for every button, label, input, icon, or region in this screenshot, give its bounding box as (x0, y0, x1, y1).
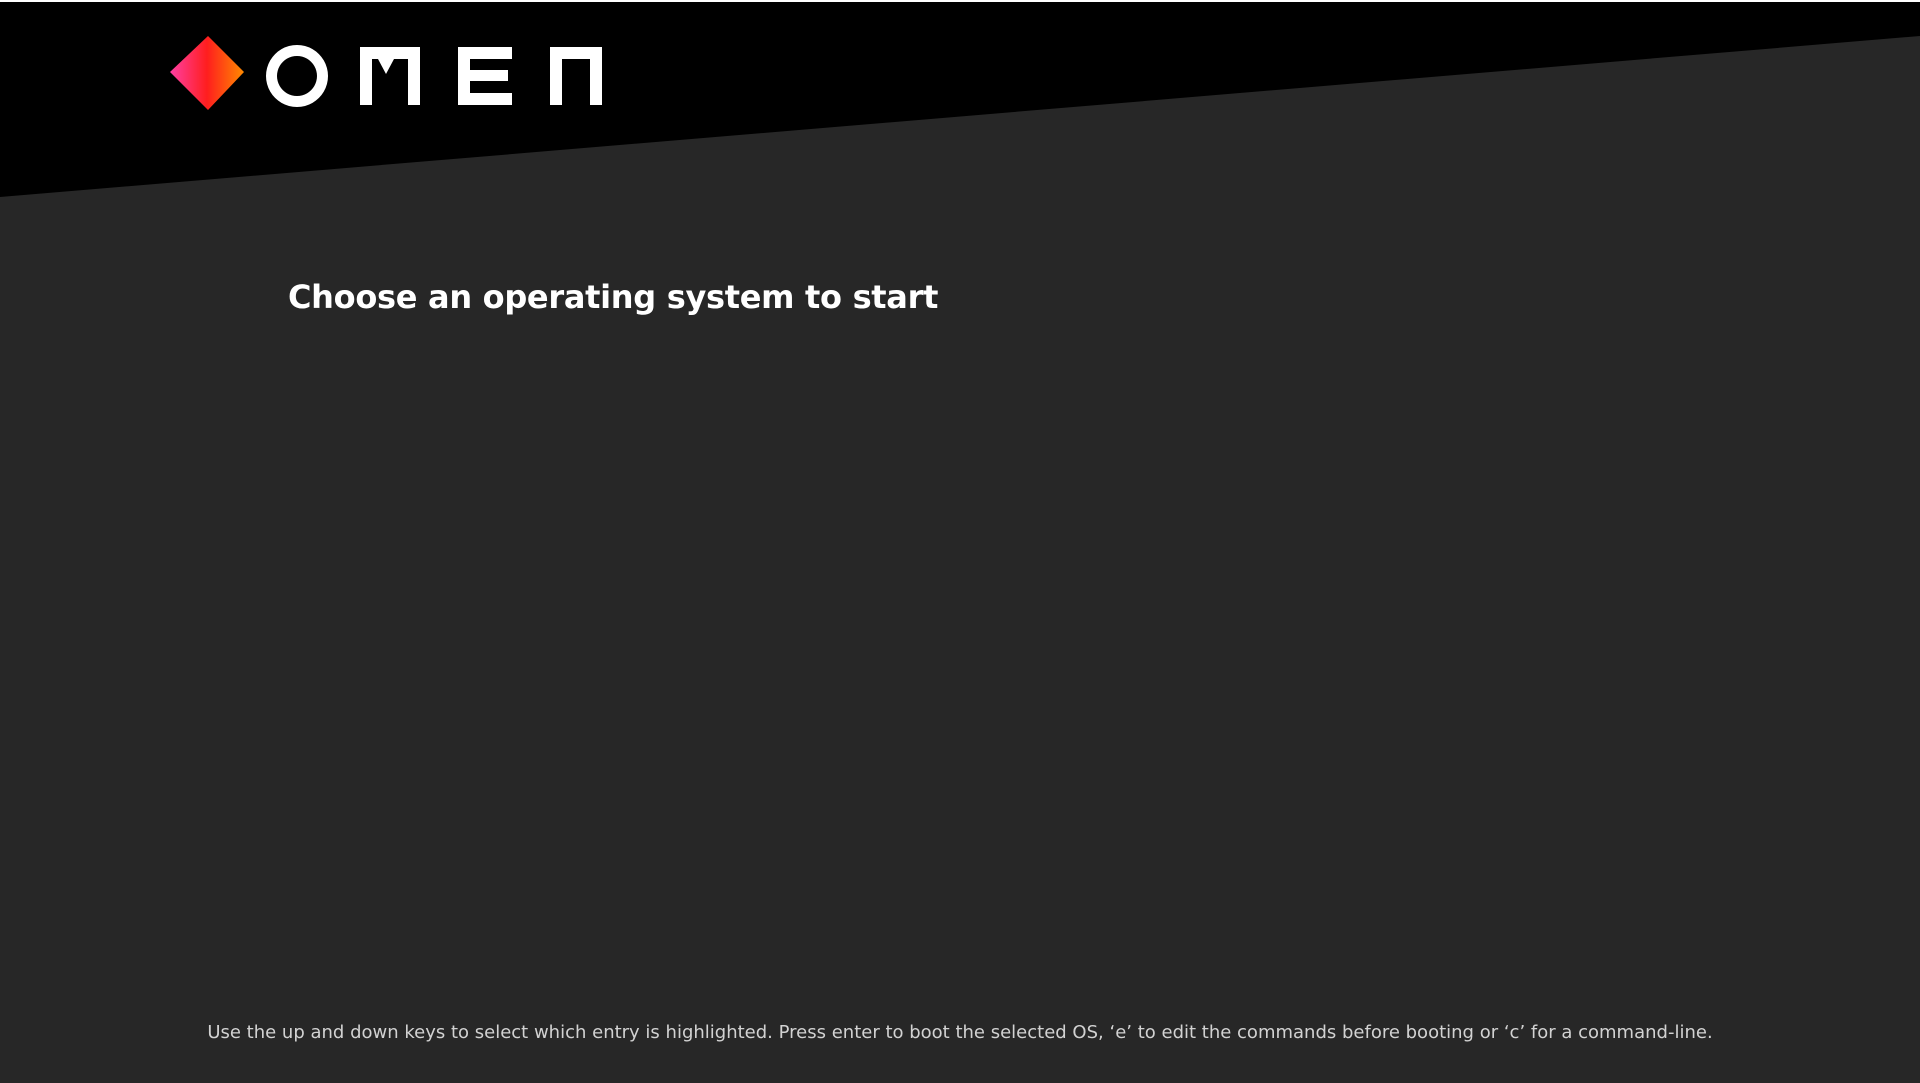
omen-wordmark (266, 45, 602, 107)
omen-diamond-logo-icon (170, 36, 244, 110)
help-text: Use the up and down keys to select which… (207, 1022, 1713, 1043)
boot-menu-screen: Choose an operating system to start Use … (0, 0, 1920, 1083)
page-title: Choose an operating system to start (288, 278, 939, 316)
omen-logo (170, 36, 602, 110)
boot-entry-list[interactable] (288, 340, 1588, 940)
